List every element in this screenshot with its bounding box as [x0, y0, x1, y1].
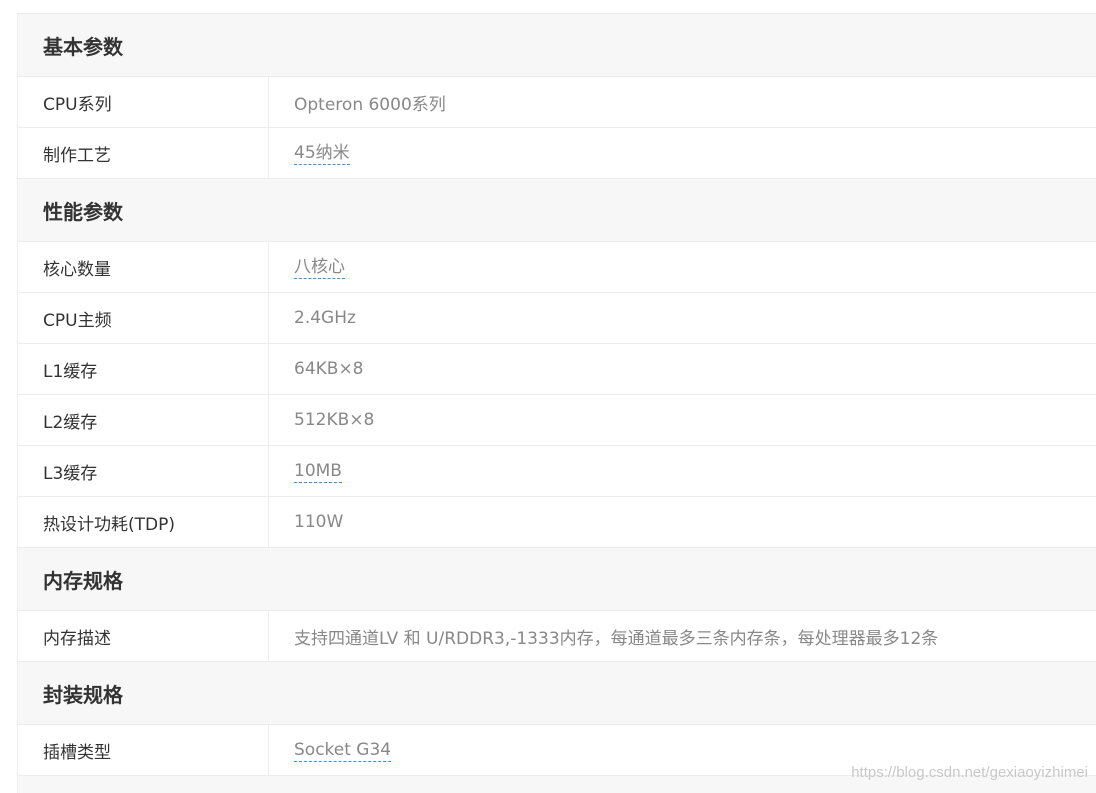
spec-value: 110W — [294, 512, 344, 532]
spec-value-cell: 2.4GHz — [269, 293, 1096, 343]
spec-label: CPU主频 — [18, 293, 269, 343]
spec-label: 制作工艺 — [18, 128, 269, 178]
spec-value-cell: 10MB — [269, 446, 1096, 496]
spec-value: 支持四通道LV 和 U/RDDR3,-1333内存，每通道最多三条内存条，每处理… — [294, 628, 939, 649]
spec-row-cpu-series: CPU系列 Opteron 6000系列 — [18, 77, 1096, 128]
watermark: https://blog.csdn.net/gexiaoyizhimei — [851, 764, 1088, 781]
spec-row-cores: 核心数量 八核心 — [18, 242, 1096, 293]
section-header-package: 封装规格 — [18, 662, 1096, 725]
spec-value-cell: 支持四通道LV 和 U/RDDR3,-1333内存，每通道最多三条内存条，每处理… — [269, 611, 1096, 661]
section-title: 封装规格 — [43, 682, 123, 707]
spec-label: 插槽类型 — [18, 725, 269, 775]
spec-value: Opteron 6000系列 — [294, 94, 446, 115]
spec-label: L2缓存 — [18, 395, 269, 445]
spec-label: CPU系列 — [18, 77, 269, 127]
spec-value-link[interactable]: 八核心 — [294, 256, 345, 279]
spec-label: L1缓存 — [18, 344, 269, 394]
spec-label: 核心数量 — [18, 242, 269, 292]
spec-value: 64KB×8 — [294, 359, 364, 379]
spec-value-cell: 110W — [269, 497, 1096, 547]
spec-row-frequency: CPU主频 2.4GHz — [18, 293, 1096, 344]
spec-value-cell: Opteron 6000系列 — [269, 77, 1096, 127]
spec-value-cell: 512KB×8 — [269, 395, 1096, 445]
spec-row-l1-cache: L1缓存 64KB×8 — [18, 344, 1096, 395]
spec-label: 热设计功耗(TDP) — [18, 497, 269, 547]
spec-row-memory-desc: 内存描述 支持四通道LV 和 U/RDDR3,-1333内存，每通道最多三条内存… — [18, 611, 1096, 662]
spec-value: 512KB×8 — [294, 410, 375, 430]
spec-row-l3-cache: L3缓存 10MB — [18, 446, 1096, 497]
spec-label: L3缓存 — [18, 446, 269, 496]
spec-value-cell: 45纳米 — [269, 128, 1096, 178]
spec-row-tdp: 热设计功耗(TDP) 110W — [18, 497, 1096, 548]
spec-label: 内存描述 — [18, 611, 269, 661]
spec-value-link[interactable]: 45纳米 — [294, 142, 350, 165]
section-header-basic: 基本参数 — [18, 14, 1096, 77]
spec-row-l2-cache: L2缓存 512KB×8 — [18, 395, 1096, 446]
spec-value-cell: 64KB×8 — [269, 344, 1096, 394]
section-title: 内存规格 — [43, 568, 123, 593]
spec-row-process: 制作工艺 45纳米 — [18, 128, 1096, 179]
spec-value: 2.4GHz — [294, 308, 356, 328]
section-title: 基本参数 — [43, 34, 123, 59]
section-title: 性能参数 — [43, 199, 123, 224]
spec-value-cell: 八核心 — [269, 242, 1096, 292]
section-header-performance: 性能参数 — [18, 179, 1096, 242]
section-header-memory: 内存规格 — [18, 548, 1096, 611]
spec-value-link[interactable]: 10MB — [294, 460, 342, 483]
spec-table: 基本参数 CPU系列 Opteron 6000系列 制作工艺 45纳米 性能参数… — [17, 13, 1096, 793]
spec-value-link[interactable]: Socket G34 — [294, 739, 392, 762]
